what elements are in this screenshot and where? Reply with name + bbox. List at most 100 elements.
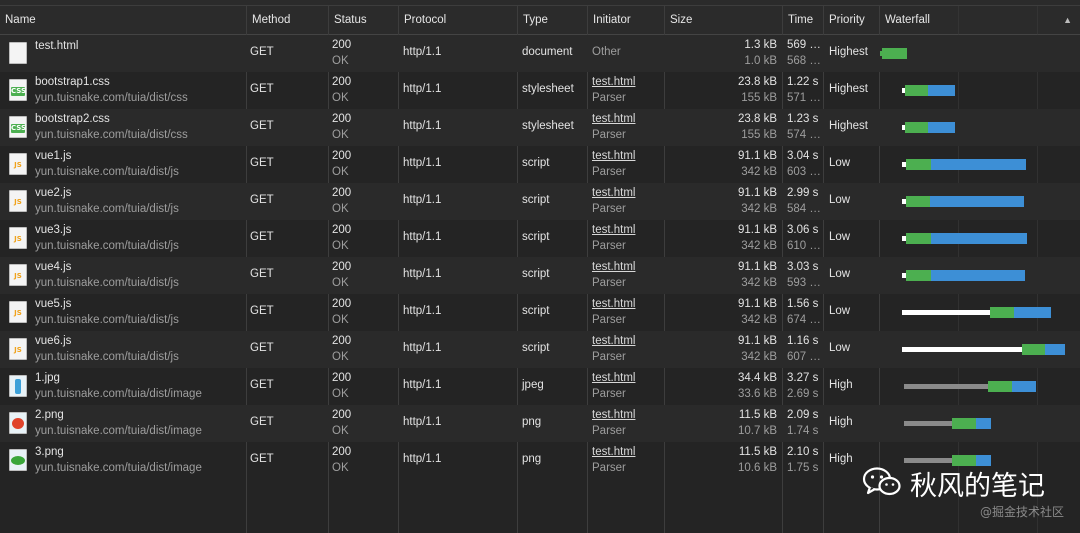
type-text: png bbox=[522, 416, 542, 428]
initiator-link[interactable]: test.html bbox=[592, 261, 635, 273]
initiator-link[interactable]: test.html bbox=[592, 372, 635, 384]
time-latency: 574 … bbox=[787, 129, 821, 141]
transfer-size: 91.1 kB bbox=[738, 298, 777, 310]
method-text: GET bbox=[250, 453, 274, 465]
resource-size: 342 kB bbox=[741, 314, 777, 326]
request-name: 1.jpg bbox=[35, 372, 60, 384]
column-header-type[interactable]: Type bbox=[517, 6, 588, 34]
column-header-initiator[interactable]: Initiator bbox=[587, 6, 665, 34]
request-row[interactable]: CSS bootstrap2.css yun.tuisnake.com/tuia/d… bbox=[0, 109, 1080, 146]
method-text: GET bbox=[250, 231, 274, 243]
cell-name: 1.jpg yun.tuisnake.com/tuia/dist/image bbox=[0, 368, 246, 405]
request-domain: yun.tuisnake.com/tuia/dist/js bbox=[35, 240, 179, 252]
transfer-size: 91.1 kB bbox=[738, 261, 777, 273]
request-row[interactable]: 1.jpg yun.tuisnake.com/tuia/dist/image GET… bbox=[0, 368, 1080, 405]
cell-priority: Low bbox=[823, 331, 879, 368]
request-row[interactable]: JS vue1.js yun.tuisnake.com/tuia/dist/js GE… bbox=[0, 146, 1080, 183]
type-text: script bbox=[522, 305, 550, 317]
protocol-text: http/1.1 bbox=[403, 83, 442, 95]
request-name: bootstrap2.css bbox=[35, 113, 110, 125]
protocol-text: http/1.1 bbox=[403, 416, 442, 428]
cell-type: document bbox=[517, 35, 587, 72]
resource-size: 10.6 kB bbox=[738, 462, 777, 474]
cell-name: JS vue1.js yun.tuisnake.com/tuia/dist/js bbox=[0, 146, 246, 183]
time-total: 2.99 s bbox=[787, 187, 819, 199]
cell-protocol: http/1.1 bbox=[398, 442, 517, 479]
cell-size: 91.1 kB 342 kB bbox=[664, 294, 782, 331]
request-row[interactable]: CSS bootstrap1.css yun.tuisnake.com/tuia/d… bbox=[0, 72, 1080, 109]
initiator-link[interactable]: test.html bbox=[592, 446, 635, 458]
protocol-text: http/1.1 bbox=[403, 120, 442, 132]
initiator-link[interactable]: test.html bbox=[592, 224, 635, 236]
request-row[interactable]: JS vue5.js yun.tuisnake.com/tuia/dist/js GE… bbox=[0, 294, 1080, 331]
cell-priority: Highest bbox=[823, 109, 879, 146]
protocol-text: http/1.1 bbox=[403, 46, 442, 58]
cell-method: GET bbox=[246, 220, 328, 257]
network-panel: Name Method Status Protocol Type Initiat… bbox=[0, 0, 1080, 533]
status-code: 200 bbox=[332, 113, 352, 125]
request-row[interactable]: JS vue6.js yun.tuisnake.com/tuia/dist/js GE… bbox=[0, 331, 1080, 368]
sort-ascending-icon[interactable]: ▲ bbox=[1063, 6, 1072, 34]
initiator-link[interactable]: test.html bbox=[592, 113, 635, 125]
request-row[interactable]: 2.png yun.tuisnake.com/tuia/dist/image GET… bbox=[0, 405, 1080, 442]
column-header-priority[interactable]: Priority bbox=[823, 6, 880, 34]
initiator-link[interactable]: test.html bbox=[592, 409, 635, 421]
transfer-size: 23.8 kB bbox=[738, 76, 777, 88]
initiator-link[interactable]: test.html bbox=[592, 150, 635, 162]
cell-priority: Low bbox=[823, 220, 879, 257]
request-domain: yun.tuisnake.com/tuia/dist/js bbox=[35, 166, 179, 178]
cell-status: 200 OK bbox=[328, 183, 398, 220]
cell-initiator: test.html Parser bbox=[587, 183, 664, 220]
waterfall-waiting-bar bbox=[988, 381, 1012, 392]
cell-size: 34.4 kB 33.6 kB bbox=[664, 368, 782, 405]
column-header-time[interactable]: Time bbox=[782, 6, 824, 34]
method-text: GET bbox=[250, 157, 274, 169]
time-latency: 674 … bbox=[787, 314, 821, 326]
waterfall-waiting-bar bbox=[906, 196, 930, 207]
status-code: 200 bbox=[332, 298, 352, 310]
protocol-text: http/1.1 bbox=[403, 268, 442, 280]
cell-name: JS vue5.js yun.tuisnake.com/tuia/dist/js bbox=[0, 294, 246, 331]
initiator-link[interactable]: test.html bbox=[592, 335, 635, 347]
resource-size: 342 kB bbox=[741, 351, 777, 363]
cell-priority: Low bbox=[823, 294, 879, 331]
table-header: Name Method Status Protocol Type Initiat… bbox=[0, 6, 1080, 35]
waterfall-download-bar bbox=[931, 159, 1026, 170]
request-name: 3.png bbox=[35, 446, 64, 458]
transfer-size: 11.5 kB bbox=[738, 446, 777, 458]
resource-size: 342 kB bbox=[741, 203, 777, 215]
column-header-name[interactable]: Name bbox=[0, 6, 247, 34]
type-text: jpeg bbox=[522, 379, 544, 391]
js-file-icon: JS bbox=[9, 227, 27, 249]
cell-name: 3.png yun.tuisnake.com/tuia/dist/image bbox=[0, 442, 246, 479]
cell-status: 200 OK bbox=[328, 294, 398, 331]
cell-type: script bbox=[517, 220, 587, 257]
initiator-link[interactable]: test.html bbox=[592, 298, 635, 310]
method-text: GET bbox=[250, 83, 274, 95]
request-name: vue4.js bbox=[35, 261, 72, 273]
column-header-protocol[interactable]: Protocol bbox=[398, 6, 518, 34]
initiator-link[interactable]: test.html bbox=[592, 187, 635, 199]
method-text: GET bbox=[250, 120, 274, 132]
status-text: OK bbox=[332, 388, 349, 400]
column-header-waterfall[interactable]: Waterfall ▲ bbox=[879, 6, 1080, 34]
request-row[interactable]: JS vue2.js yun.tuisnake.com/tuia/dist/js GE… bbox=[0, 183, 1080, 220]
cell-type: script bbox=[517, 257, 587, 294]
cell-status: 200 OK bbox=[328, 72, 398, 109]
waterfall-waiting-bar bbox=[952, 455, 976, 466]
waterfall-queue-bar bbox=[902, 310, 990, 315]
request-name: test.html bbox=[35, 40, 79, 52]
waterfall-download-bar bbox=[1012, 381, 1036, 392]
initiator-link[interactable]: test.html bbox=[592, 76, 635, 88]
column-header-status[interactable]: Status bbox=[328, 6, 399, 34]
js-file-icon: JS bbox=[9, 264, 27, 286]
request-row[interactable]: test.html GET 200 OK http/1.1 document Other 1.… bbox=[0, 35, 1080, 72]
column-header-method[interactable]: Method bbox=[246, 6, 329, 34]
column-header-size[interactable]: Size bbox=[664, 6, 784, 34]
request-row[interactable]: 3.png yun.tuisnake.com/tuia/dist/image GET… bbox=[0, 442, 1080, 479]
status-text: OK bbox=[332, 92, 349, 104]
request-row[interactable]: JS vue3.js yun.tuisnake.com/tuia/dist/js GE… bbox=[0, 220, 1080, 257]
time-total: 1.56 s bbox=[787, 298, 819, 310]
request-row[interactable]: JS vue4.js yun.tuisnake.com/tuia/dist/js GE… bbox=[0, 257, 1080, 294]
cell-method: GET bbox=[246, 109, 328, 146]
